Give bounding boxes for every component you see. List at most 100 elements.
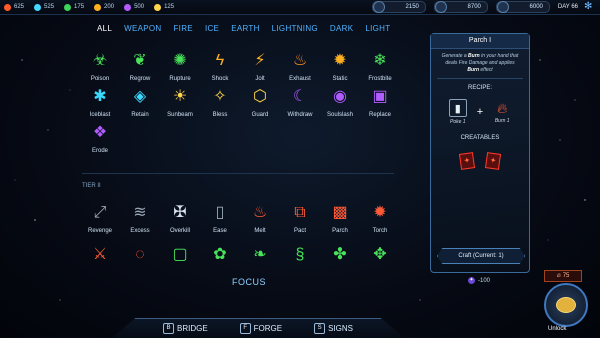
- rupture-icon: ✺: [173, 52, 187, 69]
- unlock-widget[interactable]: 🔥︎ 75 Unlock: [540, 270, 600, 337]
- card-leaf-card[interactable]: ▢: [160, 244, 200, 288]
- tab-weapon[interactable]: WEAPON: [124, 24, 161, 33]
- seed-icon: ✥: [373, 246, 387, 263]
- card-label: Sunbeam: [167, 112, 193, 118]
- card-guard[interactable]: ⬡ Guard: [240, 86, 280, 130]
- card-seed[interactable]: ✥: [360, 244, 400, 288]
- card-parch[interactable]: ▩ Parch: [320, 202, 360, 246]
- fire-slash-icon: ⚔︎: [92, 246, 108, 263]
- card-ease[interactable]: ▯ Ease: [200, 202, 240, 246]
- torch-icon: ✹: [373, 204, 387, 221]
- nav-label: SIGNS: [328, 324, 354, 333]
- gear-icon[interactable]: ✻: [584, 2, 594, 12]
- card-sprout[interactable]: ✤: [320, 244, 360, 288]
- currency-1: 8700: [433, 1, 488, 13]
- vine-icon: ❧: [253, 246, 267, 263]
- card-revenge[interactable]: ⤢ Revenge: [80, 202, 120, 246]
- gold-coin-icon: [556, 297, 576, 313]
- unlock-count: 🔥︎ 75: [544, 270, 582, 282]
- card-label: Guard: [251, 112, 269, 118]
- card-description: Generate a Burn in your hand that deals …: [441, 53, 519, 73]
- nav-signs-button[interactable]: S SIGNS: [314, 323, 353, 334]
- card-label: Pact: [293, 228, 306, 234]
- resource-fire: 625: [4, 3, 24, 11]
- erode-icon: ❖: [92, 124, 108, 141]
- sun-icon: [154, 3, 162, 11]
- gold-icon: [496, 1, 509, 13]
- card-bless[interactable]: ✧ Bless: [200, 86, 240, 130]
- card-label: Iceblast: [89, 112, 111, 118]
- tab-dark[interactable]: DARK: [330, 24, 353, 33]
- tier-label: TIER II: [82, 183, 101, 189]
- ease-icon: ▯: [215, 204, 225, 221]
- card-fire-ring[interactable]: ◌: [120, 244, 160, 288]
- snowflake-icon: [34, 3, 42, 11]
- card-label: Soulslash: [326, 112, 353, 118]
- poison-icon: ☣: [92, 52, 108, 69]
- recipe-item-burn[interactable]: 🔥︎ Burn 1: [487, 100, 517, 125]
- card-label: Regrow: [129, 76, 151, 82]
- sunbeam-icon: ☀︎: [172, 88, 188, 105]
- creatable-card-icon[interactable]: ✦: [484, 152, 502, 170]
- day-counter: DAY 66: [557, 4, 578, 10]
- nav-forge-button[interactable]: F FORGE: [239, 323, 282, 334]
- tab-earth[interactable]: EARTH: [231, 24, 259, 33]
- resource-bar: 625 525 175 200 500 125 2150 8700 6000 DAY 66 ✻: [0, 0, 600, 15]
- card-label: Melt: [254, 228, 266, 234]
- hotkey-badge: F: [239, 323, 251, 334]
- unlock-button[interactable]: [544, 283, 588, 327]
- card-fire-slash[interactable]: ⚔︎: [80, 244, 120, 288]
- creatables: ✦ ✦: [431, 152, 529, 170]
- card-pact[interactable]: ⧉ Pact: [280, 202, 320, 246]
- bless-icon: ✧: [213, 88, 227, 105]
- resource-earth: 175: [64, 3, 84, 11]
- card-withdraw[interactable]: ☾ Withdraw: [280, 86, 320, 130]
- card-label: Ease: [213, 228, 227, 234]
- card-label: Revenge: [87, 228, 113, 234]
- card-retain[interactable]: ◈ Retain: [120, 86, 160, 130]
- card-label: Erode: [91, 148, 108, 154]
- card-melt[interactable]: ♨ Melt: [240, 202, 280, 246]
- tab-lightning[interactable]: LIGHTNING: [272, 24, 318, 33]
- energy-icon: [372, 1, 385, 13]
- creatable-card-icon[interactable]: ✦: [458, 152, 476, 170]
- craft-button[interactable]: Craft (Current: 1): [437, 248, 525, 264]
- nav-bridge-button[interactable]: B BRIDGE: [162, 323, 208, 334]
- tab-fire[interactable]: FIRE: [174, 24, 193, 33]
- poke-card-icon: ▮: [448, 99, 467, 117]
- card-erode[interactable]: ❖ Erode: [80, 122, 120, 166]
- card-label: Jolt: [255, 76, 265, 82]
- card-overkill[interactable]: ✠ Overkill: [160, 202, 200, 246]
- snake-icon: §: [295, 246, 305, 263]
- card-replace[interactable]: ▣ Replace: [360, 86, 400, 130]
- tier-divider: [82, 173, 394, 174]
- excess-icon: ≋: [133, 204, 147, 221]
- tab-all[interactable]: ALL: [97, 24, 112, 33]
- tab-light[interactable]: LIGHT: [365, 24, 390, 33]
- resource-light: 125: [154, 3, 174, 11]
- card-label: Shock: [211, 76, 229, 82]
- unlock-label: Unlock: [548, 326, 567, 332]
- bottom-nav: B BRIDGE F FORGE S SIGNS: [112, 318, 404, 338]
- card-label: Rupture: [169, 76, 191, 82]
- card-excess[interactable]: ≋ Excess: [120, 202, 160, 246]
- retain-icon: ◈: [133, 88, 147, 105]
- resource-lightning: 200: [94, 3, 114, 11]
- hotkey-badge: S: [314, 323, 326, 334]
- panel-title: Parch I: [431, 34, 529, 49]
- card-sunbeam[interactable]: ☀︎ Sunbeam: [160, 86, 200, 130]
- frostbite-icon: ❄: [373, 52, 387, 69]
- card-label: Retain: [131, 112, 149, 118]
- creatables-label: CREATABLES: [460, 135, 500, 141]
- card-soulslash[interactable]: ◉ Soulslash: [320, 86, 360, 130]
- tab-ice[interactable]: ICE: [205, 24, 219, 33]
- dark-swirl-icon: [124, 3, 132, 11]
- resource-ice: 525: [34, 3, 54, 11]
- card-snake[interactable]: §: [280, 244, 320, 288]
- card-torch[interactable]: ✹ Torch: [360, 202, 400, 246]
- resource-dark: 500: [124, 3, 144, 11]
- currency-0: 2150: [371, 1, 426, 13]
- category-tabs: ALL WEAPON FIRE ICE EARTH LIGHTNING DARK LIGHT: [97, 24, 402, 33]
- card-label: Excess: [130, 228, 150, 234]
- recipe-item-poke[interactable]: ▮ Poke 1: [443, 99, 473, 125]
